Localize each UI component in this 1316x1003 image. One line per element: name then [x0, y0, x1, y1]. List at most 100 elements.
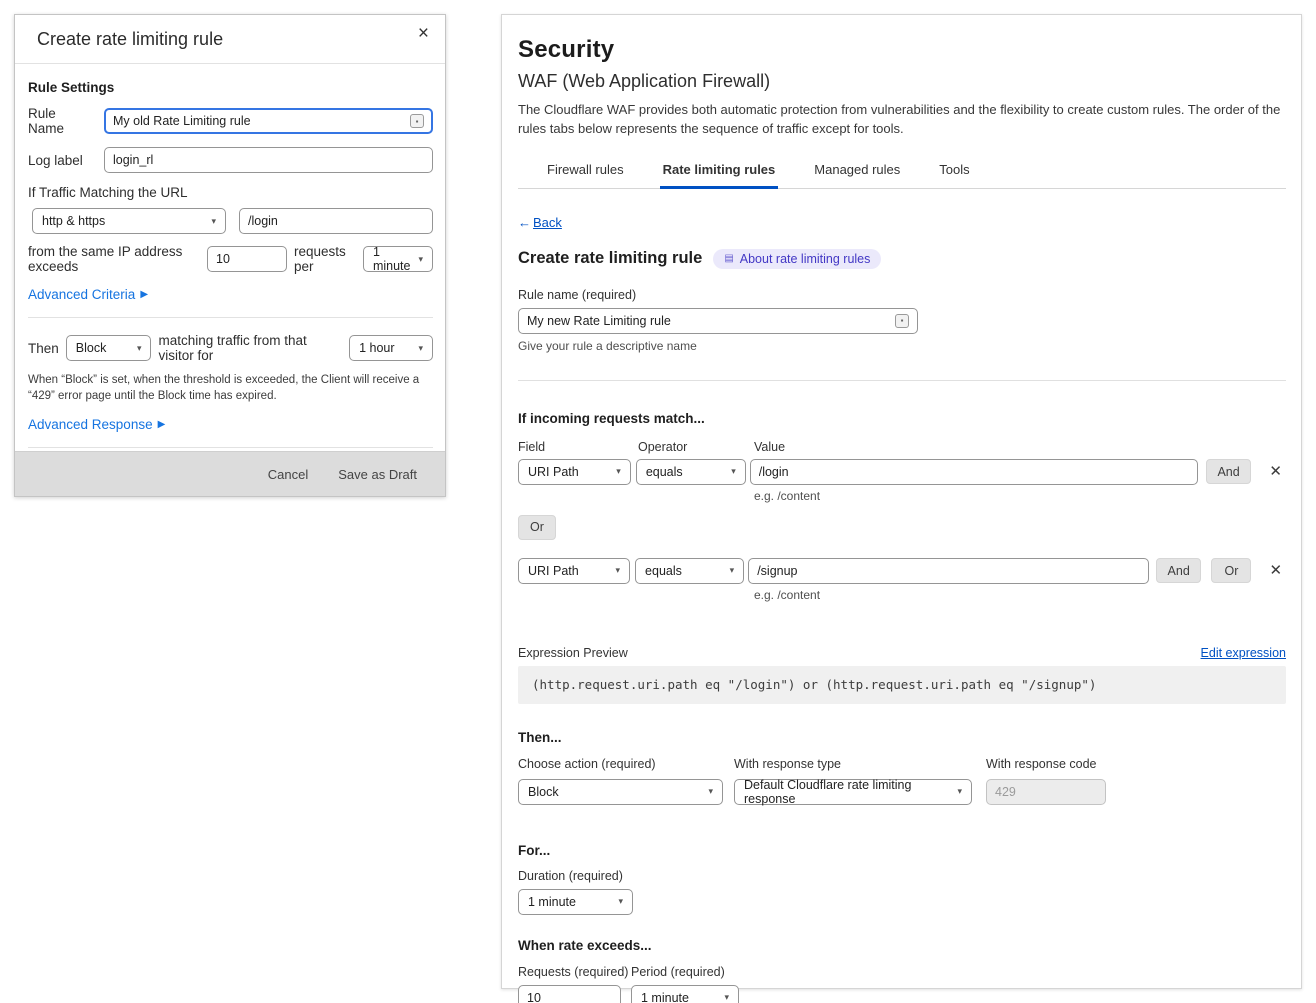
requests-label: Requests (required) [518, 965, 631, 979]
field-select[interactable]: URI Path ▾ [518, 459, 631, 485]
advanced-criteria-link[interactable]: Advanced Criteria ▶ [28, 287, 148, 302]
tab-rate-limiting-rules[interactable]: Rate limiting rules [660, 156, 779, 189]
cancel-button[interactable]: Cancel [268, 467, 308, 482]
field-select[interactable]: URI Path ▾ [518, 558, 630, 584]
chevron-down-icon: ▾ [211, 216, 216, 227]
response-type-column: With response type Default Cloudflare ra… [734, 757, 972, 805]
autofill-icon[interactable]: ▪ [895, 314, 909, 328]
period-label: Period (required) [631, 965, 725, 979]
modal-header: Create rate limiting rule × [15, 15, 445, 64]
field-column-label: Field [518, 440, 638, 454]
or-button[interactable]: Or [1211, 558, 1251, 583]
log-label-field-wrap [104, 147, 433, 173]
and-button[interactable]: And [1156, 558, 1202, 583]
action-column: Choose action (required) Block ▾ [518, 757, 723, 805]
chevron-down-icon: ▾ [616, 466, 621, 477]
expression-code: (http.request.uri.path eq "/login") or (… [518, 666, 1286, 704]
rule-name-label: Rule name (required) [518, 288, 1286, 302]
rule-settings-heading: Rule Settings [28, 80, 433, 95]
then-text: Then [28, 341, 59, 356]
remove-rule-icon[interactable]: ✕ [1265, 462, 1286, 481]
duration-select[interactable]: 1 minute ▾ [518, 889, 633, 915]
value-column-label: Value [754, 440, 785, 454]
response-type-label: With response type [734, 757, 972, 771]
create-rate-limiting-rule-modal: Create rate limiting rule × Rule Setting… [14, 14, 446, 497]
url-input[interactable] [248, 214, 424, 228]
rule-name-input[interactable] [527, 314, 895, 328]
collapse-arrow-icon: ▶ [140, 289, 148, 300]
choose-action-select[interactable]: Block ▾ [518, 779, 723, 805]
advanced-criteria-row: Advanced Criteria ▶ [28, 286, 433, 304]
then-mid-text: matching traffic from that visitor for [158, 333, 342, 363]
scheme-select[interactable]: http & https ▾ [32, 208, 226, 234]
for-heading: For... [518, 843, 1286, 858]
form-title-row: Create rate limiting rule ▤ About rate l… [518, 249, 1286, 269]
scheme-select-value: http & https [42, 214, 105, 228]
chevron-down-icon: ▾ [618, 896, 623, 907]
rule-name-hint: Give your rule a descriptive name [518, 339, 1286, 353]
ban-duration-select[interactable]: 1 hour ▾ [349, 335, 433, 361]
log-label-label: Log label [28, 153, 94, 168]
incoming-requests-heading: If incoming requests match... [518, 411, 1286, 426]
traffic-match-row: http & https ▾ [32, 208, 433, 234]
chevron-down-icon: ▾ [418, 343, 423, 354]
value-input[interactable] [759, 465, 1189, 479]
value-field-wrap [748, 558, 1149, 584]
divider [28, 317, 433, 318]
choose-action-label: Choose action (required) [518, 757, 723, 771]
remove-rule-icon[interactable]: ✕ [1265, 561, 1286, 580]
rule-name-field-wrap: ▪ [104, 108, 433, 134]
operator-select[interactable]: equals ▾ [636, 459, 746, 485]
log-label-row: Log label [28, 147, 433, 173]
modal-body: Rule Settings Rule Name ▪ Log label If T… [15, 64, 445, 480]
about-rate-limiting-rules-link[interactable]: ▤ About rate limiting rules [713, 249, 881, 269]
url-field-wrap [239, 208, 433, 234]
tab-tools[interactable]: Tools [936, 156, 972, 188]
match-rule-row: URI Path ▾ equals ▾ And ✕ [518, 459, 1286, 485]
page-subtitle: WAF (Web Application Firewall) [518, 71, 1286, 92]
duration-value: 1 minute [528, 895, 576, 909]
modal-footer: Cancel Save as Draft [15, 451, 445, 496]
chevron-down-icon: ▾ [731, 466, 736, 477]
advanced-criteria-text: Advanced Criteria [28, 287, 135, 302]
tab-firewall-rules[interactable]: Firewall rules [544, 156, 627, 188]
period-select[interactable]: 1 minute ▾ [631, 985, 739, 1003]
operator-select[interactable]: equals ▾ [635, 558, 744, 584]
threshold-input[interactable] [216, 252, 278, 266]
back-link[interactable]: ← Back [518, 215, 562, 230]
rate-exceeds-heading: When rate exceeds... [518, 938, 1286, 953]
chevron-down-icon: ▾ [616, 565, 621, 576]
response-type-select[interactable]: Default Cloudflare rate limiting respons… [734, 779, 972, 805]
then-heading: Then... [518, 730, 1286, 745]
rule-name-input[interactable] [113, 114, 410, 128]
rate-labels-row: Requests (required) Period (required) [518, 965, 1286, 979]
value-input[interactable] [757, 564, 1140, 578]
close-icon[interactable]: × [412, 21, 435, 47]
field-select-value: URI Path [528, 564, 579, 578]
log-label-input[interactable] [113, 153, 424, 167]
tab-managed-rules[interactable]: Managed rules [811, 156, 903, 188]
threshold-period-select[interactable]: 1 minute ▾ [363, 246, 433, 272]
and-button[interactable]: And [1206, 459, 1252, 484]
or-connector-button[interactable]: Or [518, 515, 556, 540]
threshold-row: from the same IP address exceeds request… [28, 244, 433, 274]
chevron-down-icon: ▾ [137, 343, 142, 354]
traffic-match-label: If Traffic Matching the URL [28, 185, 433, 200]
requests-input[interactable] [527, 991, 612, 1003]
modal-title: Create rate limiting rule [37, 29, 423, 50]
form-title: Create rate limiting rule [518, 249, 702, 268]
threshold-mid-text: requests per [294, 244, 356, 274]
action-select[interactable]: Block ▾ [66, 335, 152, 361]
save-as-draft-button[interactable]: Save as Draft [338, 467, 417, 482]
screen: Create rate limiting rule × Rule Setting… [0, 0, 1316, 1003]
rule-name-row: Rule Name ▪ [28, 106, 433, 136]
match-rule-row: URI Path ▾ equals ▾ And Or ✕ [518, 558, 1286, 584]
rule-name-field-wrap: ▪ [518, 308, 918, 334]
autofill-icon[interactable]: ▪ [410, 114, 424, 128]
operator-select-value: equals [645, 564, 682, 578]
value-example-hint: e.g. /content [754, 489, 1286, 503]
advanced-response-link[interactable]: Advanced Response ▶ [28, 417, 165, 432]
value-example-hint: e.g. /content [754, 588, 1286, 602]
edit-expression-link[interactable]: Edit expression [1201, 646, 1286, 660]
then-controls: Choose action (required) Block ▾ With re… [518, 757, 1286, 805]
